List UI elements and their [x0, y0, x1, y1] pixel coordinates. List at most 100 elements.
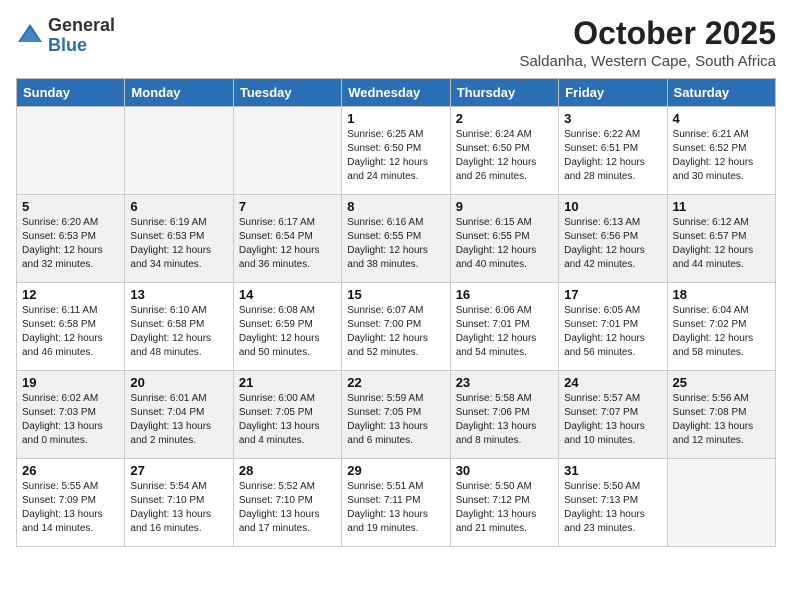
calendar-cell: 17Sunrise: 6:05 AM Sunset: 7:01 PM Dayli… — [559, 283, 667, 371]
calendar-week-row: 26 Sunrise: 5:55 AM Sunset: 7:09 PM Dayli… — [17, 459, 776, 547]
day-number: 20 — [130, 375, 227, 390]
day-number: 30 — [456, 463, 553, 478]
calendar-cell: 5 Sunrise: 6:20 AM Sunset: 6:53 PM Daylig… — [17, 195, 125, 283]
calendar-cell: 20 Sunrise: 6:01 AM Sunset: 7:04 PM Dayli… — [125, 371, 233, 459]
day-info: Sunrise: 6:02 AM Sunset: 7:03 PM Dayligh… — [22, 392, 119, 448]
calendar-cell: 14 Sunrise: 6:08 AM Sunset: 6:59 PM Dayli… — [233, 283, 341, 371]
day-number: 21 — [239, 375, 336, 390]
calendar-week-row: 19 Sunrise: 6:02 AM Sunset: 7:03 PM Dayli… — [17, 371, 776, 459]
calendar-cell: 6 Sunrise: 6:19 AM Sunset: 6:53 PM Daylig… — [125, 195, 233, 283]
calendar-cell: 10Sunrise: 6:13 AM Sunset: 6:56 PM Dayli… — [559, 195, 667, 283]
day-info: Sunrise: 6:15 AM Sunset: 6:55 PM Dayligh… — [456, 216, 553, 272]
calendar-header-tuesday: Tuesday — [233, 79, 341, 107]
day-number: 5 — [22, 199, 119, 214]
day-number: 16 — [456, 287, 553, 302]
location-subtitle: Saldanha, Western Cape, South Africa — [519, 53, 776, 70]
day-number: 2 — [456, 111, 553, 126]
day-info: Sunrise: 6:20 AM Sunset: 6:53 PM Dayligh… — [22, 216, 119, 272]
day-info: Sunrise: 5:58 AM Sunset: 7:06 PM Dayligh… — [456, 392, 553, 448]
day-number: 31 — [564, 463, 661, 478]
day-number: 11 — [673, 199, 770, 214]
calendar-cell: 28 Sunrise: 5:52 AM Sunset: 7:10 PM Dayli… — [233, 459, 341, 547]
calendar-cell: 11Sunrise: 6:12 AM Sunset: 6:57 PM Dayli… — [667, 195, 775, 283]
calendar-cell: 30 Sunrise: 5:50 AM Sunset: 7:12 PM Dayli… — [450, 459, 558, 547]
day-info: Sunrise: 6:11 AM Sunset: 6:58 PM Dayligh… — [22, 304, 119, 360]
day-number: 24 — [564, 375, 661, 390]
calendar-cell: 27Sunrise: 5:54 AM Sunset: 7:10 PM Dayli… — [125, 459, 233, 547]
day-info: Sunrise: 5:50 AM Sunset: 7:12 PM Dayligh… — [456, 480, 553, 536]
calendar-week-row: 1 Sunrise: 6:25 AM Sunset: 6:50 PM Daylig… — [17, 107, 776, 195]
day-info: Sunrise: 6:17 AM Sunset: 6:54 PM Dayligh… — [239, 216, 336, 272]
calendar-cell: 13Sunrise: 6:10 AM Sunset: 6:58 PM Dayli… — [125, 283, 233, 371]
month-title: October 2025 — [519, 16, 776, 51]
calendar-header-saturday: Saturday — [667, 79, 775, 107]
day-number: 17 — [564, 287, 661, 302]
calendar-cell — [667, 459, 775, 547]
day-info: Sunrise: 5:54 AM Sunset: 7:10 PM Dayligh… — [130, 480, 227, 536]
calendar-header-row: SundayMondayTuesdayWednesdayThursdayFrid… — [17, 79, 776, 107]
day-info: Sunrise: 5:52 AM Sunset: 7:10 PM Dayligh… — [239, 480, 336, 536]
calendar-cell: 3Sunrise: 6:22 AM Sunset: 6:51 PM Daylig… — [559, 107, 667, 195]
calendar-header-thursday: Thursday — [450, 79, 558, 107]
day-info: Sunrise: 5:59 AM Sunset: 7:05 PM Dayligh… — [347, 392, 444, 448]
day-number: 15 — [347, 287, 444, 302]
day-info: Sunrise: 6:04 AM Sunset: 7:02 PM Dayligh… — [673, 304, 770, 360]
calendar-cell: 24 Sunrise: 5:57 AM Sunset: 7:07 PM Dayli… — [559, 371, 667, 459]
calendar-cell: 19 Sunrise: 6:02 AM Sunset: 7:03 PM Dayli… — [17, 371, 125, 459]
day-info: Sunrise: 6:07 AM Sunset: 7:00 PM Dayligh… — [347, 304, 444, 360]
day-info: Sunrise: 6:06 AM Sunset: 7:01 PM Dayligh… — [456, 304, 553, 360]
day-number: 6 — [130, 199, 227, 214]
day-number: 1 — [347, 111, 444, 126]
calendar-cell — [17, 107, 125, 195]
day-info: Sunrise: 6:01 AM Sunset: 7:04 PM Dayligh… — [130, 392, 227, 448]
day-number: 29 — [347, 463, 444, 478]
day-number: 14 — [239, 287, 336, 302]
logo-icon — [16, 20, 44, 53]
calendar-cell: 22Sunrise: 5:59 AM Sunset: 7:05 PM Dayli… — [342, 371, 450, 459]
calendar-week-row: 12 Sunrise: 6:11 AM Sunset: 6:58 PM Dayli… — [17, 283, 776, 371]
day-number: 23 — [456, 375, 553, 390]
day-info: Sunrise: 6:19 AM Sunset: 6:53 PM Dayligh… — [130, 216, 227, 272]
calendar-cell: 31 Sunrise: 5:50 AM Sunset: 7:13 PM Dayli… — [559, 459, 667, 547]
calendar-cell: 15 Sunrise: 6:07 AM Sunset: 7:00 PM Dayli… — [342, 283, 450, 371]
calendar-cell: 9 Sunrise: 6:15 AM Sunset: 6:55 PM Daylig… — [450, 195, 558, 283]
day-number: 7 — [239, 199, 336, 214]
day-number: 18 — [673, 287, 770, 302]
calendar-cell: 2 Sunrise: 6:24 AM Sunset: 6:50 PM Daylig… — [450, 107, 558, 195]
day-number: 9 — [456, 199, 553, 214]
calendar-header-sunday: Sunday — [17, 79, 125, 107]
day-number: 4 — [673, 111, 770, 126]
calendar-header-monday: Monday — [125, 79, 233, 107]
calendar-header-wednesday: Wednesday — [342, 79, 450, 107]
calendar-table: SundayMondayTuesdayWednesdayThursdayFrid… — [16, 78, 776, 547]
day-info: Sunrise: 5:50 AM Sunset: 7:13 PM Dayligh… — [564, 480, 661, 536]
logo: General Blue — [16, 16, 115, 56]
day-number: 26 — [22, 463, 119, 478]
day-number: 8 — [347, 199, 444, 214]
calendar-cell: 16 Sunrise: 6:06 AM Sunset: 7:01 PM Dayli… — [450, 283, 558, 371]
day-number: 19 — [22, 375, 119, 390]
day-info: Sunrise: 6:13 AM Sunset: 6:56 PM Dayligh… — [564, 216, 661, 272]
calendar-cell — [125, 107, 233, 195]
day-number: 25 — [673, 375, 770, 390]
calendar-cell — [233, 107, 341, 195]
day-info: Sunrise: 6:25 AM Sunset: 6:50 PM Dayligh… — [347, 128, 444, 184]
day-info: Sunrise: 5:51 AM Sunset: 7:11 PM Dayligh… — [347, 480, 444, 536]
logo-blue: Blue — [48, 35, 87, 55]
day-number: 28 — [239, 463, 336, 478]
day-number: 3 — [564, 111, 661, 126]
calendar-cell: 21 Sunrise: 6:00 AM Sunset: 7:05 PM Dayli… — [233, 371, 341, 459]
day-info: Sunrise: 6:08 AM Sunset: 6:59 PM Dayligh… — [239, 304, 336, 360]
calendar-cell: 29 Sunrise: 5:51 AM Sunset: 7:11 PM Dayli… — [342, 459, 450, 547]
logo-general: General — [48, 15, 115, 35]
calendar-cell: 23 Sunrise: 5:58 AM Sunset: 7:06 PM Dayli… — [450, 371, 558, 459]
day-number: 12 — [22, 287, 119, 302]
calendar-week-row: 5 Sunrise: 6:20 AM Sunset: 6:53 PM Daylig… — [17, 195, 776, 283]
day-info: Sunrise: 5:57 AM Sunset: 7:07 PM Dayligh… — [564, 392, 661, 448]
calendar-cell: 1 Sunrise: 6:25 AM Sunset: 6:50 PM Daylig… — [342, 107, 450, 195]
calendar-cell: 18 Sunrise: 6:04 AM Sunset: 7:02 PM Dayli… — [667, 283, 775, 371]
day-info: Sunrise: 6:00 AM Sunset: 7:05 PM Dayligh… — [239, 392, 336, 448]
day-info: Sunrise: 6:24 AM Sunset: 6:50 PM Dayligh… — [456, 128, 553, 184]
logo-text: General Blue — [48, 16, 115, 56]
day-info: Sunrise: 5:55 AM Sunset: 7:09 PM Dayligh… — [22, 480, 119, 536]
